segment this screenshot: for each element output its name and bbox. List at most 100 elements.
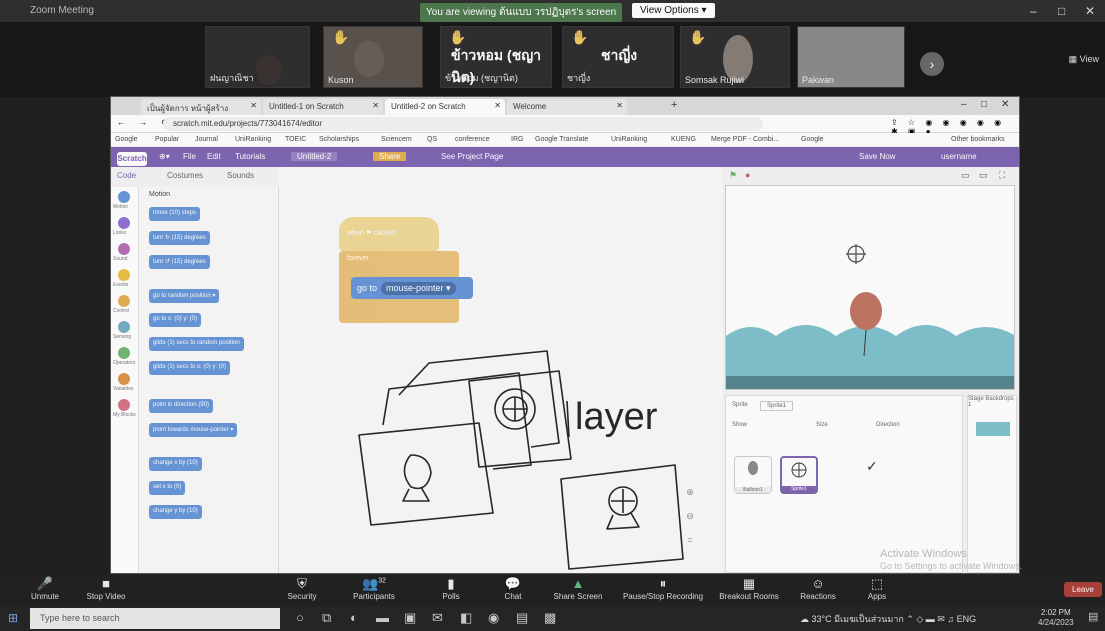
edge-icon[interactable]: ◐ <box>350 610 358 625</box>
apps-button[interactable]: ⬚ Apps <box>862 576 892 601</box>
palette-block[interactable]: move (10) steps <box>149 207 201 221</box>
category-sound-icon[interactable] <box>118 243 130 255</box>
cortana-icon[interactable]: ○ <box>296 610 304 625</box>
store-icon[interactable]: ▣ <box>404 610 416 626</box>
participants-button[interactable]: 👥32 Participants <box>346 576 402 601</box>
browser-tab[interactable]: Welcome ✕ <box>507 99 627 115</box>
maximize-icon[interactable]: □ <box>1058 4 1065 18</box>
palette-block[interactable]: glide (1) secs to random position <box>149 337 244 351</box>
windows-start-icon[interactable]: ⊞ <box>8 611 18 625</box>
browser-tab[interactable]: เป็นผู้จัดการ หน้าผู้สร้าง ✕ <box>141 99 261 115</box>
category-operators-icon[interactable] <box>118 347 130 359</box>
go-to-dropdown[interactable]: mouse-pointer ▾ <box>381 282 456 295</box>
category-sensing-icon[interactable] <box>118 321 130 333</box>
file-explorer-icon[interactable]: ▬ <box>376 610 389 625</box>
tab-costumes[interactable]: Costumes <box>167 171 203 180</box>
tray-icons[interactable]: ⌃ ◇ ▬ ✉ ♫ ENG <box>906 614 976 624</box>
palette-block[interactable]: go to random position ▾ <box>149 289 220 303</box>
notifications-icon[interactable]: ▤ <box>1088 610 1098 623</box>
bookmark[interactable]: UniRanking <box>235 136 271 143</box>
bookmark[interactable]: Other bookmarks <box>951 136 1005 143</box>
account-menu[interactable]: username <box>941 152 977 161</box>
fullscreen-icon[interactable]: ⛶ <box>999 170 1005 181</box>
bookmark[interactable]: IRG <box>511 136 523 143</box>
mail-icon[interactable]: ✉ <box>432 610 443 626</box>
palette-block[interactable]: change y by (10) <box>149 505 202 519</box>
bookmark[interactable]: Merge PDF - Combi... <box>711 136 779 143</box>
app-icon[interactable]: ▤ <box>516 610 528 626</box>
zoom-in-icon[interactable]: ⊕ <box>683 487 697 501</box>
tab-code[interactable]: Code <box>117 171 136 180</box>
script-area[interactable]: when ⚑ clicked forever go to mouse-pointe… <box>279 167 723 573</box>
bookmark[interactable]: Sciencem <box>381 136 412 143</box>
stage-canvas[interactable] <box>725 185 1015 390</box>
see-project-page-button[interactable]: See Project Page <box>441 152 503 161</box>
bookmark[interactable]: Popular <box>155 136 179 143</box>
sprite-name-input[interactable]: Sprite1 <box>760 401 794 411</box>
participant-tile[interactable]: Pakwan <box>797 26 905 88</box>
browser-close-icon[interactable]: ✕ <box>1001 99 1009 110</box>
tab-close-icon[interactable]: ✕ <box>616 101 623 110</box>
category-motion-icon[interactable] <box>118 191 130 203</box>
palette-block[interactable]: change x by (10) <box>149 457 202 471</box>
participant-tile[interactable]: ✋ ชาญี่ง ชาญี่ง <box>562 26 674 88</box>
category-control-icon[interactable] <box>118 295 130 307</box>
bookmark[interactable]: KUENG <box>671 136 696 143</box>
tab-close-icon[interactable]: ✕ <box>494 101 501 110</box>
next-page-button[interactable]: › <box>920 52 944 76</box>
taskbar-clock[interactable]: 2:02 PM 4/24/2023 <box>1038 608 1074 628</box>
browser-tab-active[interactable]: Untitled-2 on Scratch ✕ <box>385 99 505 115</box>
category-looks-icon[interactable] <box>118 217 130 229</box>
bookmark[interactable]: Google <box>115 136 138 143</box>
reactions-button[interactable]: ☺ Reactions <box>796 576 840 601</box>
green-flag-icon[interactable]: ⚑ <box>729 170 737 181</box>
stop-video-button[interactable]: ■ Stop Video <box>86 576 126 601</box>
menu-edit[interactable]: Edit <box>207 152 221 161</box>
bookmark[interactable]: conference <box>455 136 490 143</box>
tab-sounds[interactable]: Sounds <box>227 171 254 180</box>
project-title-input[interactable]: Untitled-2 <box>291 152 338 161</box>
close-icon[interactable]: ✕ <box>1085 4 1095 18</box>
globe-icon[interactable]: ⊕▾ <box>159 152 170 161</box>
polls-button[interactable]: ▮ Polls <box>436 576 466 601</box>
chrome-icon[interactable]: ◉ <box>488 610 499 626</box>
category-variables-icon[interactable] <box>118 373 130 385</box>
small-stage-icon[interactable]: ▭ <box>961 170 970 181</box>
stop-icon[interactable]: ● <box>745 170 750 180</box>
menu-tutorials[interactable]: Tutorials <box>235 152 265 161</box>
taskbar-search-input[interactable]: Type here to search <box>30 608 280 629</box>
bookmark[interactable]: QS <box>427 136 437 143</box>
security-button[interactable]: ⛨ Security <box>282 576 322 601</box>
bookmark[interactable]: UniRanking <box>611 136 647 143</box>
participant-tile[interactable]: ✋ Kuson <box>323 26 423 88</box>
palette-block[interactable]: glide (1) secs to x: (0) y: (0) <box>149 361 231 375</box>
save-now-button[interactable]: Save Now <box>859 152 895 161</box>
pause-recording-button[interactable]: ⏸ Pause/Stop Recording <box>618 576 708 601</box>
participant-tile[interactable]: ฝนญาณิชา <box>205 26 310 88</box>
tab-close-icon[interactable]: ✕ <box>250 101 257 110</box>
stage-selector[interactable]: Stage Backdrops 1 <box>967 395 1017 573</box>
palette-block[interactable]: point in direction (90) <box>149 399 214 413</box>
go-to-block[interactable]: go to mouse-pointer ▾ <box>351 277 473 299</box>
when-flag-clicked-block[interactable]: when ⚑ clicked <box>339 217 439 251</box>
tab-close-icon[interactable]: ✕ <box>372 101 379 110</box>
new-tab-icon[interactable]: + <box>671 99 677 111</box>
leave-button[interactable]: Leave <box>1064 582 1102 597</box>
browser-tab[interactable]: Untitled-1 on Scratch ✕ <box>263 99 383 115</box>
palette-block[interactable]: set x to (0) <box>149 481 186 495</box>
bookmark[interactable]: TOEIC <box>285 136 306 143</box>
view-options-button[interactable]: View Options ▾ <box>632 3 715 18</box>
gallery-view-button[interactable]: ▦ View <box>1069 54 1099 65</box>
bookmark[interactable]: Google <box>801 136 824 143</box>
category-events-icon[interactable] <box>118 269 130 281</box>
chat-button[interactable]: 💬 Chat <box>498 576 528 601</box>
participant-tile[interactable]: ✋ Somsak Rujiwi <box>680 26 790 88</box>
browser-minimize-icon[interactable]: – <box>961 99 967 110</box>
weather-icon[interactable]: ☁ <box>800 614 809 624</box>
participant-tile[interactable]: ✋ ข้าวหอม (ชญานิต) ข้าวหอม (ชญานิต) <box>440 26 552 88</box>
bookmark[interactable]: Google Translate <box>535 136 588 143</box>
palette-block[interactable]: go to x: (0) y: (0) <box>149 313 202 327</box>
unmute-button[interactable]: 🎤 Unmute <box>30 576 60 601</box>
bookmark[interactable]: Journal <box>195 136 218 143</box>
breakout-rooms-button[interactable]: ▦ Breakout Rooms <box>716 576 782 601</box>
